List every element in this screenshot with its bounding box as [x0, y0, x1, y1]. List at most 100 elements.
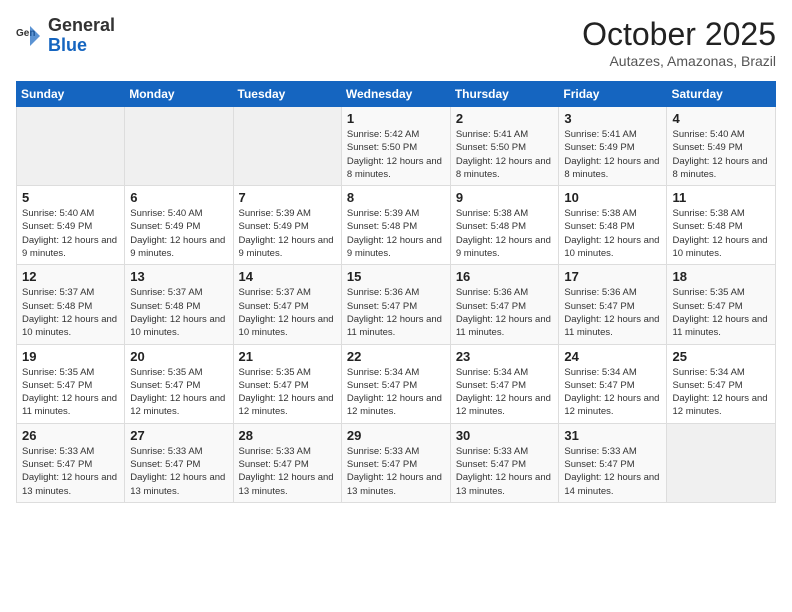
calendar-cell: 2Sunrise: 5:41 AM Sunset: 5:50 PM Daylig…: [450, 107, 559, 186]
calendar-cell: 28 Sunrise: 5:33 AM Sunset: 5:47 PM Dayli…: [233, 423, 341, 502]
calendar-cell: 19Sunrise: 5:35 AM Sunset: 5:47 PM Dayli…: [17, 344, 125, 423]
calendar-table: SundayMondayTuesdayWednesdayThursdayFrid…: [16, 81, 776, 503]
calendar-cell: 9 Sunrise: 5:38 AM Sunset: 5:48 PM Daylig…: [450, 186, 559, 265]
day-number: 10: [564, 190, 661, 205]
day-number: 12: [22, 269, 119, 284]
day-info: Sunrise: 5:38 AM Sunset: 5:48 PM Dayligh…: [672, 207, 770, 260]
day-info: Sunrise: 5:40 AM Sunset: 5:49 PM Dayligh…: [672, 128, 770, 181]
day-number: 22: [347, 349, 445, 364]
day-number: 18: [672, 269, 770, 284]
calendar-cell: 4 Sunrise: 5:40 AM Sunset: 5:49 PM Daylig…: [667, 107, 776, 186]
day-number: 15: [347, 269, 445, 284]
day-info: Sunrise: 5:34 AM Sunset: 5:47 PM Dayligh…: [564, 366, 661, 419]
calendar-cell: 31 Sunrise: 5:33 AM Sunset: 5:47 PM Dayli…: [559, 423, 667, 502]
day-info: Sunrise: 5:33 AM Sunset: 5:47 PM Dayligh…: [22, 445, 119, 498]
day-number: 8: [347, 190, 445, 205]
day-number: 31: [564, 428, 661, 443]
calendar-cell: 22 Sunrise: 5:34 AM Sunset: 5:47 PM Dayli…: [341, 344, 450, 423]
calendar-cell: [233, 107, 341, 186]
logo-blue-text: Blue: [48, 35, 87, 55]
day-number: 17: [564, 269, 661, 284]
calendar-week-row: 26Sunrise: 5:33 AM Sunset: 5:47 PM Dayli…: [17, 423, 776, 502]
weekday-header-monday: Monday: [125, 82, 233, 107]
calendar-cell: 21 Sunrise: 5:35 AM Sunset: 5:47 PM Dayli…: [233, 344, 341, 423]
weekday-header-thursday: Thursday: [450, 82, 559, 107]
day-info: Sunrise: 5:35 AM Sunset: 5:47 PM Dayligh…: [130, 366, 227, 419]
day-info: Sunrise: 5:37 AM Sunset: 5:48 PM Dayligh…: [130, 286, 227, 339]
calendar-cell: 24Sunrise: 5:34 AM Sunset: 5:47 PM Dayli…: [559, 344, 667, 423]
day-info: Sunrise: 5:40 AM Sunset: 5:49 PM Dayligh…: [22, 207, 119, 260]
day-info: Sunrise: 5:39 AM Sunset: 5:49 PM Dayligh…: [239, 207, 336, 260]
day-info: Sunrise: 5:33 AM Sunset: 5:47 PM Dayligh…: [564, 445, 661, 498]
day-number: 7: [239, 190, 336, 205]
calendar-cell: [17, 107, 125, 186]
calendar-week-row: 1Sunrise: 5:42 AM Sunset: 5:50 PM Daylig…: [17, 107, 776, 186]
calendar-cell: 18 Sunrise: 5:35 AM Sunset: 5:47 PM Dayli…: [667, 265, 776, 344]
weekday-header-tuesday: Tuesday: [233, 82, 341, 107]
day-info: Sunrise: 5:37 AM Sunset: 5:47 PM Dayligh…: [239, 286, 336, 339]
day-number: 28: [239, 428, 336, 443]
day-info: Sunrise: 5:41 AM Sunset: 5:49 PM Dayligh…: [564, 128, 661, 181]
day-info: Sunrise: 5:33 AM Sunset: 5:47 PM Dayligh…: [239, 445, 336, 498]
logo-general-text: General: [48, 15, 115, 35]
day-info: Sunrise: 5:33 AM Sunset: 5:47 PM Dayligh…: [456, 445, 554, 498]
day-number: 3: [564, 111, 661, 126]
calendar-cell: 20 Sunrise: 5:35 AM Sunset: 5:47 PM Dayli…: [125, 344, 233, 423]
day-info: Sunrise: 5:34 AM Sunset: 5:47 PM Dayligh…: [347, 366, 445, 419]
day-info: Sunrise: 5:38 AM Sunset: 5:48 PM Dayligh…: [564, 207, 661, 260]
calendar-cell: 29Sunrise: 5:33 AM Sunset: 5:47 PM Dayli…: [341, 423, 450, 502]
day-number: 14: [239, 269, 336, 284]
calendar-week-row: 19 Sunrise: 5:35 AM Sunset: 5:47 PM Dayli…: [17, 344, 776, 423]
day-info: Sunrise: 5:33 AM Sunset: 5:47 PM Dayligh…: [347, 445, 445, 498]
day-info: Sunrise: 5:36 AM Sunset: 5:47 PM Dayligh…: [347, 286, 445, 339]
day-number: 2: [456, 111, 554, 126]
calendar-week-row: 12 Sunrise: 5:37 AM Sunset: 5:48 PM Dayli…: [17, 265, 776, 344]
day-info: Sunrise: 5:33 AM Sunset: 5:47 PM Dayligh…: [130, 445, 227, 498]
weekday-header-row: SundayMondayTuesdayWednesdayThursdayFrid…: [17, 82, 776, 107]
calendar-cell: 5 Sunrise: 5:40 AM Sunset: 5:49 PM Daylig…: [17, 186, 125, 265]
day-info: Sunrise: 5:38 AM Sunset: 5:48 PM Dayligh…: [456, 207, 554, 260]
calendar-cell: 14 Sunrise: 5:37 AM Sunset: 5:47 PM Dayli…: [233, 265, 341, 344]
day-number: 9: [456, 190, 554, 205]
calendar-cell: 23 Sunrise: 5:34 AM Sunset: 5:47 PM Dayli…: [450, 344, 559, 423]
calendar-cell: 16Sunrise: 5:36 AM Sunset: 5:47 PM Dayli…: [450, 265, 559, 344]
day-number: 13: [130, 269, 227, 284]
day-number: 11: [672, 190, 770, 205]
calendar-cell: [667, 423, 776, 502]
weekday-header-wednesday: Wednesday: [341, 82, 450, 107]
day-number: 21: [239, 349, 336, 364]
calendar-cell: 17Sunrise: 5:36 AM Sunset: 5:47 PM Dayli…: [559, 265, 667, 344]
day-info: Sunrise: 5:40 AM Sunset: 5:49 PM Dayligh…: [130, 207, 227, 260]
day-info: Sunrise: 5:42 AM Sunset: 5:50 PM Dayligh…: [347, 128, 445, 181]
day-number: 5: [22, 190, 119, 205]
day-number: 25: [672, 349, 770, 364]
day-info: Sunrise: 5:34 AM Sunset: 5:47 PM Dayligh…: [672, 366, 770, 419]
calendar-cell: [125, 107, 233, 186]
day-number: 6: [130, 190, 227, 205]
calendar-week-row: 5 Sunrise: 5:40 AM Sunset: 5:49 PM Daylig…: [17, 186, 776, 265]
weekday-header-saturday: Saturday: [667, 82, 776, 107]
day-info: Sunrise: 5:39 AM Sunset: 5:48 PM Dayligh…: [347, 207, 445, 260]
day-info: Sunrise: 5:37 AM Sunset: 5:48 PM Dayligh…: [22, 286, 119, 339]
day-number: 19: [22, 349, 119, 364]
day-number: 30: [456, 428, 554, 443]
location: Autazes, Amazonas, Brazil: [582, 53, 776, 69]
weekday-header-friday: Friday: [559, 82, 667, 107]
title-block: October 2025 Autazes, Amazonas, Brazil: [582, 16, 776, 69]
day-info: Sunrise: 5:34 AM Sunset: 5:47 PM Dayligh…: [456, 366, 554, 419]
calendar-cell: 15 Sunrise: 5:36 AM Sunset: 5:47 PM Dayli…: [341, 265, 450, 344]
day-number: 4: [672, 111, 770, 126]
calendar-cell: 30 Sunrise: 5:33 AM Sunset: 5:47 PM Dayli…: [450, 423, 559, 502]
calendar-cell: 7 Sunrise: 5:39 AM Sunset: 5:49 PM Daylig…: [233, 186, 341, 265]
calendar-cell: 11 Sunrise: 5:38 AM Sunset: 5:48 PM Dayli…: [667, 186, 776, 265]
day-number: 20: [130, 349, 227, 364]
calendar-cell: 13 Sunrise: 5:37 AM Sunset: 5:48 PM Dayli…: [125, 265, 233, 344]
day-info: Sunrise: 5:35 AM Sunset: 5:47 PM Dayligh…: [239, 366, 336, 419]
day-number: 23: [456, 349, 554, 364]
calendar-cell: 10 Sunrise: 5:38 AM Sunset: 5:48 PM Dayli…: [559, 186, 667, 265]
day-number: 16: [456, 269, 554, 284]
day-info: Sunrise: 5:35 AM Sunset: 5:47 PM Dayligh…: [672, 286, 770, 339]
weekday-header-sunday: Sunday: [17, 82, 125, 107]
calendar-cell: 3 Sunrise: 5:41 AM Sunset: 5:49 PM Daylig…: [559, 107, 667, 186]
day-number: 27: [130, 428, 227, 443]
